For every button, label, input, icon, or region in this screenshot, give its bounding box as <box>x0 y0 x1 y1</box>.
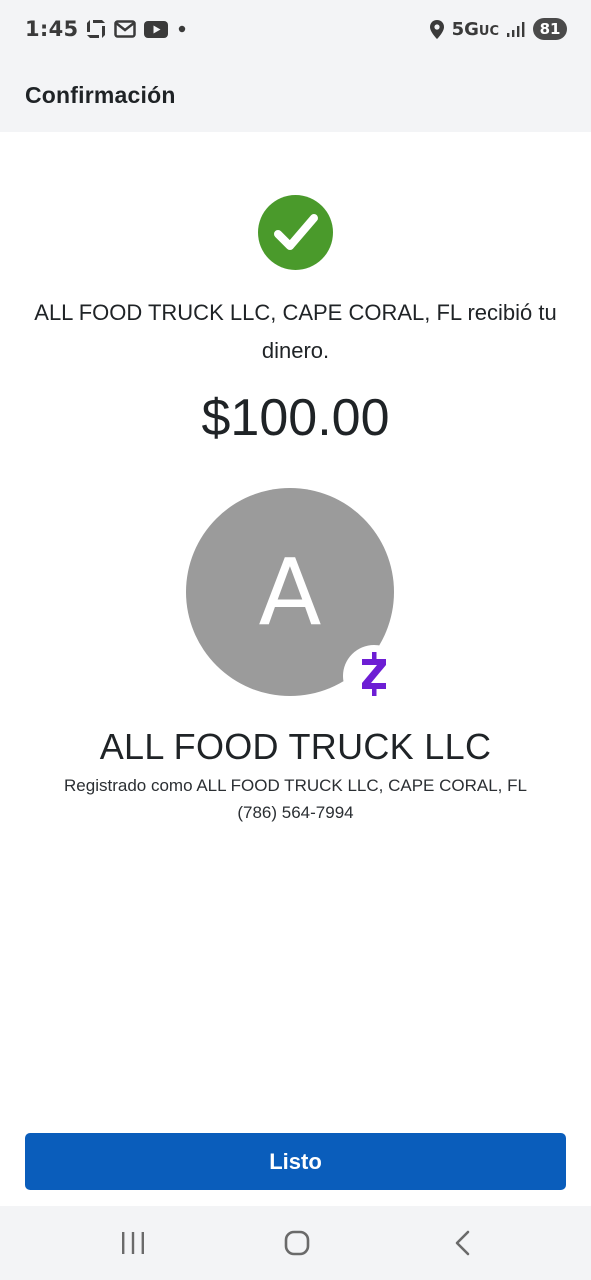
recents-icon[interactable] <box>113 1228 153 1258</box>
confirmation-message: ALL FOOD TRUCK LLC, CAPE CORAL, FL recib… <box>34 300 557 363</box>
zelle-badge <box>343 645 405 707</box>
battery-indicator: 81 <box>533 18 567 40</box>
done-button[interactable]: Listo <box>25 1133 566 1190</box>
recipient-phone: (786) 564-7994 <box>237 803 354 822</box>
payment-amount: $100.00 <box>201 389 390 447</box>
home-icon[interactable] <box>277 1228 317 1258</box>
status-time: 1:45 <box>25 17 79 41</box>
notification-dot-icon <box>176 23 188 35</box>
recipient-registered-as: Registrado como ALL FOOD TRUCK LLC, CAPE… <box>64 776 527 795</box>
status-bar-right: 5GUC 81 <box>429 18 567 40</box>
recipient-name: ALL FOOD TRUCK LLC <box>99 726 492 767</box>
status-bar-left: 1:45 <box>25 17 188 41</box>
gmail-icon <box>114 20 137 38</box>
zelle-icon <box>359 651 389 701</box>
network-type: 5G <box>451 18 479 40</box>
page-title: Confirmación <box>25 81 176 108</box>
check-circle-icon <box>258 195 333 270</box>
youtube-icon <box>144 20 169 38</box>
back-icon[interactable] <box>443 1228 483 1258</box>
network-indicator: 5GUC <box>452 19 499 40</box>
avatar-initial: A <box>258 538 322 646</box>
navigation-bar <box>0 1206 591 1280</box>
network-suffix: UC <box>478 23 499 39</box>
location-icon <box>429 19 444 39</box>
status-bar: 1:45 5GUC 81 <box>0 0 591 58</box>
chase-icon <box>86 19 106 39</box>
signal-icon <box>507 21 525 37</box>
app-bar: Confirmación <box>0 58 591 132</box>
